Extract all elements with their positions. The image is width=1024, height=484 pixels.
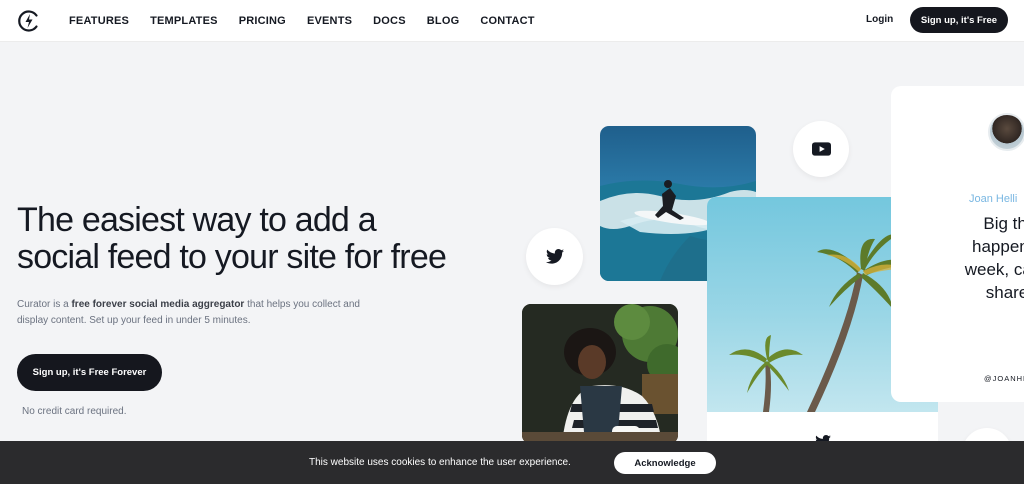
cookie-message: This website uses cookies to enhance the… [309, 457, 571, 468]
tweet-author-name: Joan Helli [969, 193, 1018, 205]
hero-title-line2: social feed to your site for free [17, 238, 447, 276]
main-nav: FEATURES TEMPLATES PRICING EVENTS DOCS B… [69, 0, 556, 42]
youtube-bubble [793, 121, 849, 177]
cookie-banner: This website uses cookies to enhance the… [0, 441, 1024, 484]
tweet-handle: @JOANHE [984, 374, 1024, 383]
hero-desc-highlight: free forever social media aggregator [71, 299, 245, 310]
hero-title-line1: The easiest way to add a [17, 201, 377, 239]
tweet-text: Big thi happenin week, can't share [937, 212, 1024, 304]
twitter-bubble [526, 228, 583, 285]
twitter-icon [545, 249, 564, 264]
tweet-text-line1: Big thi [983, 214, 1024, 233]
woman-photo [522, 304, 678, 444]
no-credit-card-note: No credit card required. [22, 406, 127, 417]
woman-photo-art [522, 304, 678, 444]
signup-free-forever-button[interactable]: Sign up, it's Free Forever [17, 354, 162, 391]
top-navbar: FEATURES TEMPLATES PRICING EVENTS DOCS B… [0, 0, 1024, 42]
tweet-text-line2: happenin [972, 237, 1024, 256]
avatar [988, 113, 1024, 151]
youtube-icon [811, 142, 831, 156]
hero-description: Curator is a free forever social media a… [17, 297, 387, 329]
nav-docs[interactable]: DOCS [373, 15, 406, 27]
nav-blog[interactable]: BLOG [427, 15, 460, 27]
acknowledge-button[interactable]: Acknowledge [614, 452, 716, 474]
nav-features[interactable]: FEATURES [69, 15, 129, 27]
curator-logo-icon[interactable] [17, 9, 41, 33]
login-link[interactable]: Login [866, 14, 893, 25]
tweet-card: Joan Helli Big thi happenin week, can't … [891, 86, 1024, 402]
tweet-text-line4: share [985, 283, 1024, 302]
tweet-text-line3: week, can't [964, 260, 1024, 279]
nav-contact[interactable]: CONTACT [480, 15, 534, 27]
nav-events[interactable]: EVENTS [307, 15, 352, 27]
nav-templates[interactable]: TEMPLATES [150, 15, 218, 27]
nav-pricing[interactable]: PRICING [239, 15, 286, 27]
hero-desc-prefix: Curator is a [17, 299, 72, 310]
signup-button[interactable]: Sign up, it's Free [910, 7, 1008, 33]
hero-title: The easiest way to add a social feed to … [17, 202, 497, 276]
